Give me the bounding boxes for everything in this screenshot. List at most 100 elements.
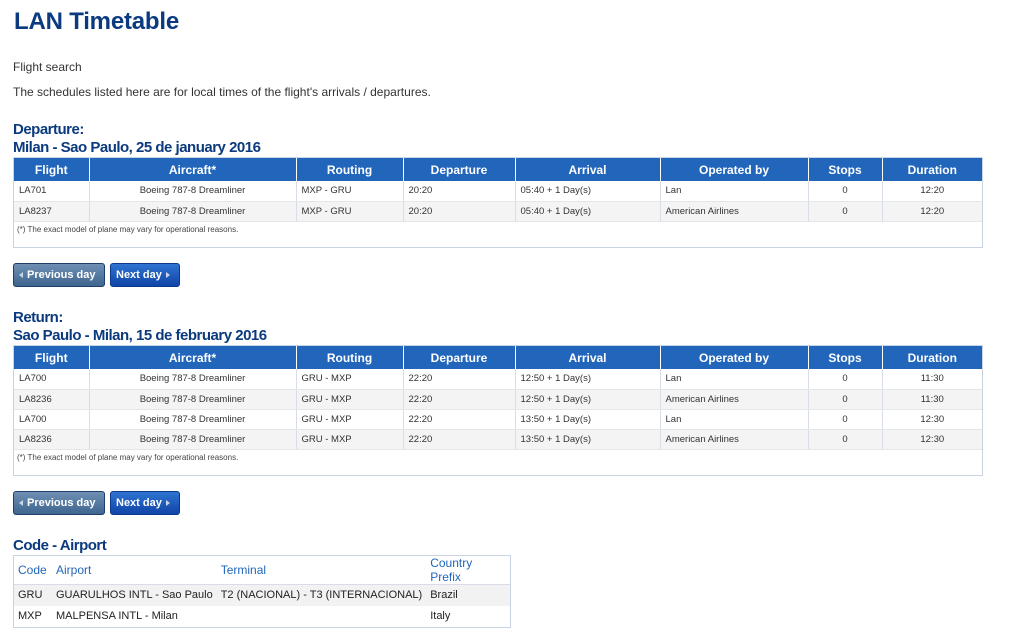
schedule-note: The schedules listed here are for local …	[13, 85, 431, 99]
cell-arrival: 12:50 + 1 Day(s)	[515, 389, 661, 410]
airport-cell-airport: GUARULHOS INTL - Sao Paulo	[52, 584, 217, 606]
column-header-operated-by: Operated by	[660, 346, 809, 369]
airport-cell-terminal: T2 (NACIONAL) - T3 (INTERNACIONAL)	[216, 584, 427, 606]
cell-duration: 12:20	[882, 181, 982, 202]
airport-cell-country-prefix: Italy	[430, 610, 451, 622]
cell-aircraft: Boeing 787-8 Dreamliner	[89, 181, 297, 202]
cell-duration: 12:30	[882, 429, 982, 450]
table-row: LA8237 Boeing 787-8 Dreamliner MXP - GRU 20…	[14, 201, 982, 222]
cell-aircraft: Boeing 787-8 Dreamliner	[89, 201, 297, 222]
airports-header-row: Code Airport Terminal Country Prefix	[14, 556, 510, 585]
column-header-flight: Flight	[14, 158, 90, 181]
return-timetable: Flight Aircraft* Routing Departure Arrival Op…	[13, 345, 983, 476]
table-row: LA700 Boeing 787-8 Dreamliner GRU - MXP 22:…	[14, 369, 982, 390]
cell-arrival: 05:40 + 1 Day(s)	[515, 181, 661, 202]
column-header-flight: Flight	[14, 346, 90, 369]
column-header-operated-by: Operated by	[660, 158, 809, 181]
return-heading: Return: Sao Paulo - Milan, 15 de februar…	[13, 309, 267, 345]
departure-footnote: (*) The exact model of plane may vary fo…	[17, 224, 239, 234]
return-header-row: Flight Aircraft* Routing Departure Arrival Op…	[14, 346, 982, 369]
cell-operated-by: American Airlines	[660, 389, 809, 410]
page-title: LAN Timetable	[14, 8, 179, 35]
departure-label: Departure:	[13, 121, 84, 138]
departure-timetable: Flight Aircraft* Routing Departure Arrival Op…	[13, 157, 983, 248]
airport-column-code: Code	[14, 556, 52, 585]
airport-column-country-prefix: Country Prefix	[426, 556, 510, 585]
next-day-label: Next day	[116, 269, 162, 281]
previous-day-label: Previous day	[27, 497, 96, 509]
cell-duration: 12:20	[882, 201, 982, 222]
cell-operated-by: Lan	[660, 181, 809, 202]
table-row: LA8236 Boeing 787-8 Dreamliner GRU - MXP 22…	[14, 389, 982, 410]
cell-stops: 0	[808, 181, 883, 202]
column-header-departure: Departure	[403, 158, 516, 181]
cell-duration: 11:30	[882, 389, 982, 410]
cell-flight: LA8237	[14, 201, 90, 222]
return-next-day-button[interactable]: Next day	[110, 491, 180, 515]
column-header-routing: Routing	[296, 158, 404, 181]
previous-day-label: Previous day	[27, 269, 96, 281]
cell-routing: GRU - MXP	[296, 409, 404, 430]
airport-cell-airport: MALPENSA INTL - Milan	[56, 610, 178, 622]
cell-aircraft: Boeing 787-8 Dreamliner	[89, 389, 297, 410]
next-day-label: Next day	[116, 497, 162, 509]
departure-previous-day-button[interactable]: Previous day	[13, 263, 105, 287]
cell-routing: GRU - MXP	[296, 369, 404, 390]
return-route-date: Sao Paulo - Milan, 15 de february 2016	[13, 327, 267, 344]
cell-flight: LA700	[14, 409, 90, 430]
airports-heading: Code - Airport	[13, 537, 107, 554]
cell-operated-by: Lan	[660, 409, 809, 430]
airport-column-terminal: Terminal	[216, 556, 427, 585]
cell-arrival: 12:50 + 1 Day(s)	[515, 369, 661, 390]
cell-flight: LA700	[14, 369, 90, 390]
cell-routing: MXP - GRU	[296, 201, 404, 222]
departure-header-row: Flight Aircraft* Routing Departure Arrival Op…	[14, 158, 982, 181]
cell-duration: 12:30	[882, 409, 982, 430]
airport-cell-country-prefix: Brazil	[426, 584, 510, 606]
cell-stops: 0	[808, 369, 883, 390]
column-header-stops: Stops	[808, 158, 883, 181]
airport-column-airport: Airport	[52, 556, 217, 585]
page-subtitle: Flight search	[13, 60, 82, 74]
cell-operated-by: American Airlines	[660, 201, 809, 222]
cell-departure: 20:20	[403, 181, 516, 202]
airports-table: Code Airport Terminal Country Prefix GRU GUA…	[13, 555, 511, 628]
cell-flight: LA8236	[14, 429, 90, 450]
cell-arrival: 13:50 + 1 Day(s)	[515, 429, 661, 450]
cell-routing: MXP - GRU	[296, 181, 404, 202]
departure-next-day-button[interactable]: Next day	[110, 263, 180, 287]
departure-rows: LA701 Boeing 787-8 Dreamliner MXP - GRU 20:…	[14, 181, 982, 222]
cell-departure: 22:20	[403, 369, 516, 390]
table-row: LA8236 Boeing 787-8 Dreamliner GRU - MXP 22…	[14, 429, 982, 450]
airport-row: MXP MALPENSA INTL - Milan Italy	[14, 606, 510, 627]
chevron-left-icon	[19, 272, 23, 278]
table-row: LA701 Boeing 787-8 Dreamliner MXP - GRU 20:…	[14, 181, 982, 202]
cell-departure: 20:20	[403, 201, 516, 222]
cell-stops: 0	[808, 429, 883, 450]
column-header-routing: Routing	[296, 346, 404, 369]
table-row: LA700 Boeing 787-8 Dreamliner GRU - MXP 22:…	[14, 409, 982, 430]
cell-aircraft: Boeing 787-8 Dreamliner	[89, 409, 297, 430]
cell-routing: GRU - MXP	[296, 389, 404, 410]
airport-cell-code: MXP	[18, 610, 42, 622]
chevron-right-icon	[165, 272, 170, 278]
cell-duration: 11:30	[882, 369, 982, 390]
chevron-right-icon	[165, 500, 170, 506]
column-header-duration: Duration	[882, 158, 982, 181]
cell-arrival: 13:50 + 1 Day(s)	[515, 409, 661, 430]
cell-stops: 0	[808, 201, 883, 222]
cell-departure: 22:20	[403, 409, 516, 430]
cell-aircraft: Boeing 787-8 Dreamliner	[89, 429, 297, 450]
return-footnote: (*) The exact model of plane may vary fo…	[17, 452, 239, 462]
column-header-aircraft: Aircraft*	[89, 346, 297, 369]
airport-cell-terminal	[217, 606, 427, 627]
cell-flight: LA8236	[14, 389, 90, 410]
cell-stops: 0	[808, 409, 883, 430]
departure-heading: Departure: Milan - Sao Paulo, 25 de janu…	[13, 121, 261, 157]
column-header-departure: Departure	[403, 346, 516, 369]
cell-departure: 22:20	[403, 429, 516, 450]
cell-aircraft: Boeing 787-8 Dreamliner	[89, 369, 297, 390]
airports-rows: GRU GUARULHOS INTL - Sao Paulo T2 (NACIONA…	[14, 584, 510, 627]
column-header-stops: Stops	[808, 346, 883, 369]
return-previous-day-button[interactable]: Previous day	[13, 491, 105, 515]
